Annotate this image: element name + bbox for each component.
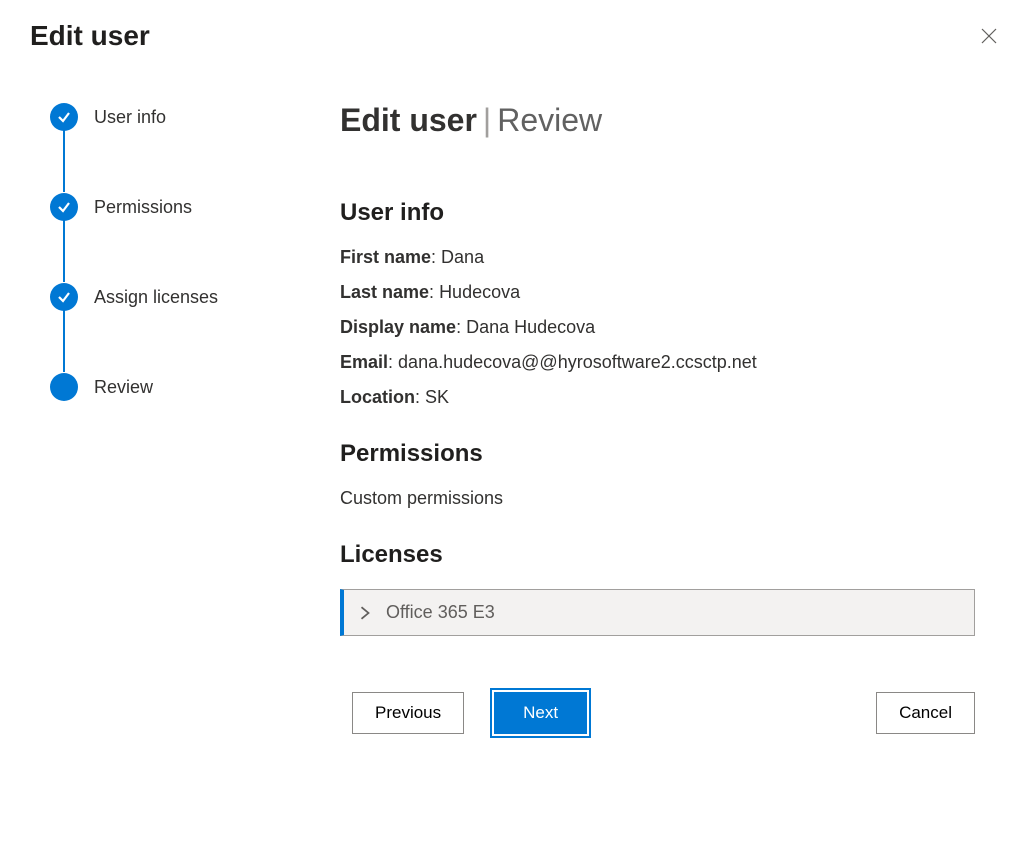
previous-button[interactable]: Previous [352,692,464,734]
close-icon [981,28,997,44]
step-circle-completed [50,193,78,221]
field-value: Hudecova [439,282,520,302]
checkmark-icon [56,109,72,125]
step-label: User info [94,107,166,128]
page-title-separator: | [483,102,491,138]
page-title-main: Edit user [340,102,477,138]
field-first-name: First name: Dana [340,247,975,268]
field-last-name: Last name: Hudecova [340,282,975,303]
step-label: Assign licenses [94,287,218,308]
field-label: Last name [340,282,429,302]
field-value: SK [425,387,449,407]
field-label: Email [340,352,388,372]
wizard-stepper: User info Permissions Assign licenses Re [30,102,280,817]
section-heading-user-info: User info [340,199,975,227]
checkmark-icon [56,199,72,215]
step-permissions[interactable]: Permissions [50,192,280,222]
step-circle-current [50,373,78,401]
field-label: Display name [340,317,456,337]
field-display-name: Display name: Dana Hudecova [340,317,975,338]
field-label: First name [340,247,431,267]
dialog-title: Edit user [30,20,150,52]
step-connector [63,220,65,282]
field-email: Email: dana.hudecova@@hyrosoftware2.ccsc… [340,352,975,373]
dialog-header: Edit user [30,20,1005,52]
step-connector [63,130,65,192]
field-location: Location: SK [340,387,975,408]
next-button[interactable]: Next [494,692,587,734]
step-label: Review [94,377,153,398]
step-circle-completed [50,283,78,311]
field-label: Location [340,387,415,407]
section-heading-licenses: Licenses [340,541,975,569]
main-content: Edit user|Review User info First name: D… [340,102,1005,817]
chevron-right-icon [358,606,372,620]
edit-user-dialog: Edit user User info Permissions [0,0,1035,847]
step-assign-licenses[interactable]: Assign licenses [50,282,280,312]
step-user-info[interactable]: User info [50,102,280,132]
permissions-text: Custom permissions [340,488,975,509]
step-review[interactable]: Review [50,372,280,402]
cancel-button[interactable]: Cancel [876,692,975,734]
checkmark-icon [56,289,72,305]
page-title-sub: Review [497,102,602,138]
dialog-footer: Previous Next Cancel [340,692,975,734]
step-circle-completed [50,103,78,131]
page-title: Edit user|Review [340,102,975,139]
field-value: Dana Hudecova [466,317,595,337]
field-value: Dana [441,247,484,267]
license-expander[interactable]: Office 365 E3 [340,589,975,636]
dialog-body: User info Permissions Assign licenses Re [30,102,1005,817]
field-value: dana.hudecova@@hyrosoftware2.ccsctp.net [398,352,757,372]
close-button[interactable] [973,20,1005,52]
step-connector [63,310,65,372]
step-label: Permissions [94,197,192,218]
section-heading-permissions: Permissions [340,440,975,468]
license-name: Office 365 E3 [386,602,495,623]
